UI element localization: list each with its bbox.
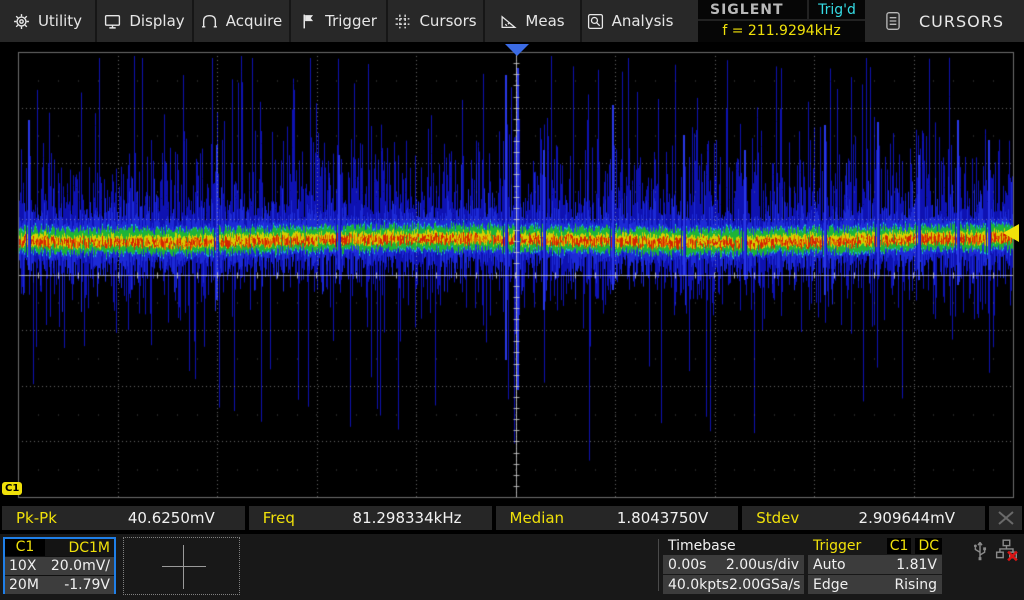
menu-item-display[interactable]: Display (97, 0, 194, 42)
trigger-level: 1.81V (896, 557, 937, 573)
menu-item-label: Analysis (612, 12, 674, 30)
measurement-stdev[interactable]: Stdev 2.909644mV (742, 506, 985, 530)
channel-coupling: DC1M (68, 540, 114, 556)
channel-offset-tag[interactable]: C1 (2, 482, 22, 495)
channel-bandwidth: 20M (9, 577, 39, 593)
status-bar-divider (658, 539, 659, 591)
measurement-freq[interactable]: Freq 81.298334kHz (249, 506, 492, 530)
trigger-mode: Auto (813, 557, 846, 573)
timebase-title: Timebase (663, 537, 804, 554)
menu-item-label: Trigger (325, 12, 377, 30)
add-channel-placeholder[interactable] (123, 537, 240, 595)
measurement-value: 40.6250mV (128, 509, 245, 527)
plus-icon (183, 545, 184, 589)
trigger-type: Edge (813, 577, 848, 593)
menu-item-acquire[interactable]: Acquire (194, 0, 291, 42)
dialog-title: CURSORS (919, 12, 1004, 31)
channel-offset: -1.79V (64, 577, 110, 593)
dialog-title-bar: CURSORS (865, 0, 1024, 42)
trigger-flag-icon (300, 13, 317, 30)
measurement-value: 2.909644mV (859, 509, 985, 527)
close-measurements-button[interactable] (989, 506, 1022, 530)
cursors-icon (394, 13, 411, 30)
measurement-bar: Pk-Pk 40.6250mV Freq 81.298334kHz Median… (2, 506, 1022, 530)
menu-item-analysis[interactable]: Analysis (582, 0, 678, 42)
channel-scale: 20.0mV/ (51, 558, 110, 574)
trigger-descriptor-box[interactable]: Trigger C1 DC Auto 1.81V Edge Rising (808, 537, 942, 594)
menu-item-label: Display (129, 12, 184, 30)
acquire-icon (201, 13, 218, 30)
lan-disconnected-icon (995, 538, 1019, 562)
usb-icon (972, 539, 988, 561)
timebase-scale: 2.00us/div (726, 557, 799, 573)
channel-name-chip: C1 (5, 539, 45, 556)
trigger-title: Trigger (813, 538, 883, 554)
waveform-display-area[interactable]: C1 (0, 42, 1024, 506)
status-bar: C1 DC1M 10X 20.0mV/ 20M -1.79V Timebase … (0, 534, 1024, 600)
menu-item-cursors[interactable]: Cursors (388, 0, 485, 42)
timebase-points: 40.0kpts (668, 577, 729, 593)
menu-item-label: Meas (525, 12, 564, 30)
trigger-source-chip: C1 (887, 538, 912, 554)
display-icon (104, 13, 121, 30)
menu-item-utility[interactable]: Utility (0, 0, 97, 42)
measurement-label: Median (496, 509, 617, 527)
trigger-status-badge: Trig'd (807, 0, 865, 19)
top-menu-bar: Utility Display Acquire Trigger Cursors (0, 0, 1024, 42)
timebase-sample-rate: 2.00GSa/s (729, 577, 801, 593)
timebase-delay: 0.00s (668, 557, 706, 573)
menu-item-meas[interactable]: Meas (485, 0, 582, 42)
measurement-median[interactable]: Median 1.8043750V (496, 506, 739, 530)
timebase-descriptor-box[interactable]: Timebase 0.00s 2.00us/div 40.0kpts 2.00G… (663, 537, 804, 594)
channel-probe: 10X (9, 558, 36, 574)
persistence-waveform-canvas[interactable] (0, 42, 1024, 506)
measurement-label: Pk-Pk (2, 509, 128, 527)
brand-status-box: SIGLENT Trig'd f = 211.9294kHz (698, 0, 865, 42)
channel1-descriptor-box[interactable]: C1 DC1M 10X 20.0mV/ 20M -1.79V (3, 537, 116, 594)
dialog-list-icon (885, 11, 901, 31)
analysis-icon (587, 13, 604, 30)
gear-icon (13, 13, 30, 30)
close-icon (997, 511, 1015, 525)
menu-item-label: Acquire (226, 12, 283, 30)
trigger-slope: Rising (894, 577, 937, 593)
measurement-pkpk[interactable]: Pk-Pk 40.6250mV (2, 506, 245, 530)
measurement-value: 81.298334kHz (353, 509, 492, 527)
measurement-label: Stdev (742, 509, 858, 527)
menu-item-label: Utility (38, 12, 82, 30)
measurement-label: Freq (249, 509, 353, 527)
siglent-logo: SIGLENT (698, 0, 807, 19)
trigger-position-marker-icon[interactable] (505, 44, 529, 56)
measure-icon (500, 13, 517, 30)
trigger-level-marker-icon[interactable] (1003, 224, 1019, 242)
measurement-value: 1.8043750V (617, 509, 738, 527)
menu-item-trigger[interactable]: Trigger (291, 0, 388, 42)
trigger-coupling-chip: DC (915, 538, 942, 554)
menu-item-label: Cursors (419, 12, 476, 30)
frequency-counter: f = 211.9294kHz (698, 21, 865, 40)
plus-icon (162, 566, 206, 567)
